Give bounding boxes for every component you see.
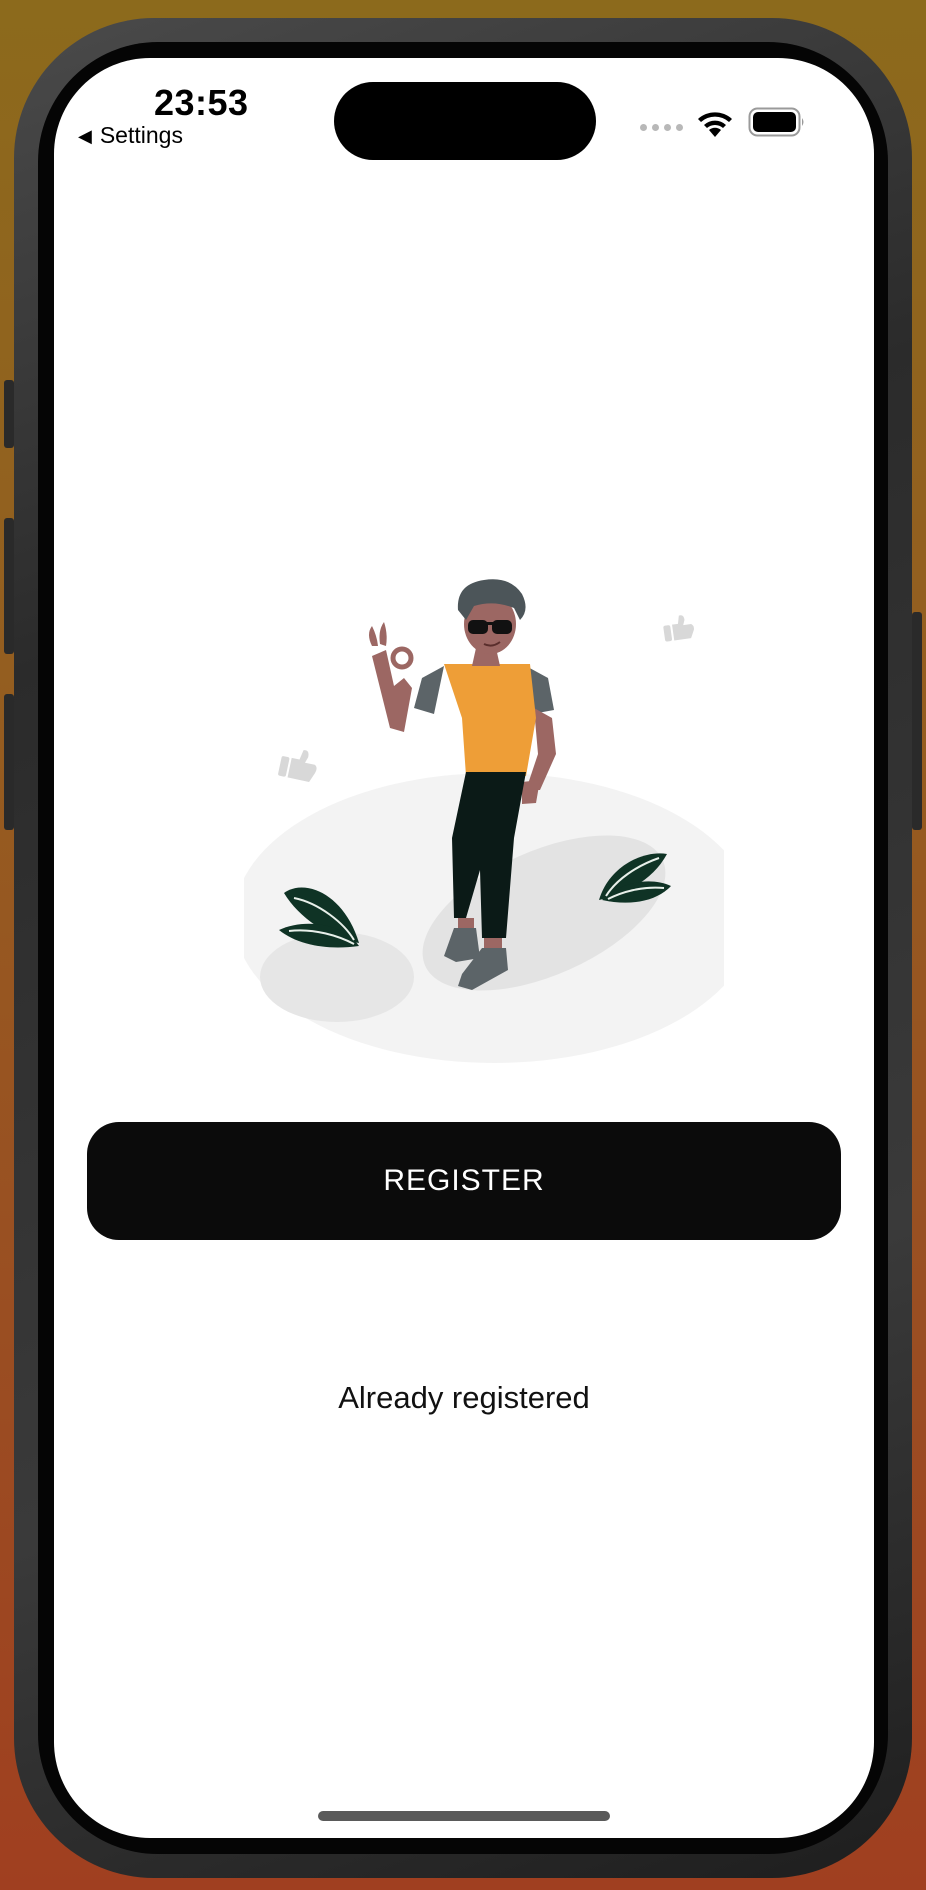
app-screen: 23:53 ◀ Settings REGISTER Already regist… [54,58,874,1838]
power-button [912,612,922,830]
action-button [4,380,14,448]
already-registered-link[interactable]: Already registered [54,1380,874,1416]
status-time: 23:53 [154,82,249,123]
back-link-label: Settings [99,122,183,148]
battery-icon [748,107,804,137]
wifi-icon [698,112,732,137]
thumbs-up-icon-top [663,615,694,642]
register-button[interactable]: REGISTER [87,1122,841,1240]
triangle-left-icon: ◀ [78,125,92,146]
volume-down-button [4,694,14,830]
hero-illustration [244,579,724,1063]
volume-up-button [4,518,14,654]
cellular-signal-icon [640,124,683,131]
dynamic-island [334,82,596,160]
back-to-settings-link[interactable]: ◀ Settings [78,122,183,149]
home-indicator[interactable] [318,1811,610,1821]
thumbs-up-icon-left [278,750,317,782]
